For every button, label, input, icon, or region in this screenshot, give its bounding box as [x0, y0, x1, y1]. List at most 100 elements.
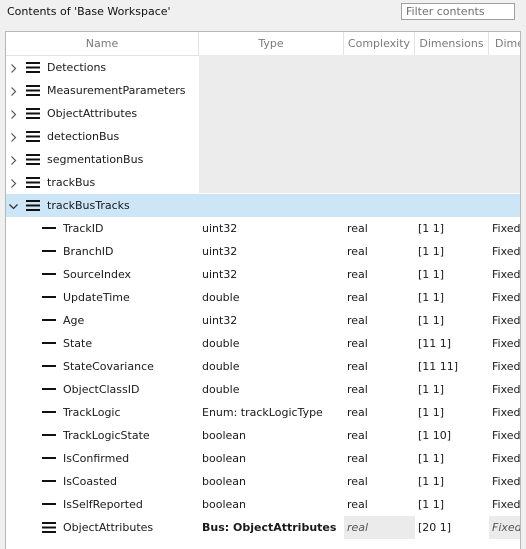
element-type: uint32: [202, 314, 238, 327]
chevron-right-icon[interactable]: [9, 63, 18, 73]
element-type: uint32: [202, 222, 238, 235]
element-complexity: real: [347, 314, 368, 327]
tree-row[interactable]: MeasurementParameters: [6, 79, 520, 102]
element-dimensions-mode: Fixed: [492, 291, 521, 304]
tree-row[interactable]: trackBusTracks: [6, 194, 520, 217]
bus-element-icon: [42, 434, 56, 436]
bus-object-icon: [26, 177, 40, 188]
element-dimensions-mode: Fixed: [492, 406, 521, 419]
bus-element-icon: [42, 227, 56, 229]
tree-row[interactable]: detectionBus: [6, 125, 520, 148]
element-dimensions-mode: Fixed: [492, 245, 521, 258]
element-name: IsConfirmed: [63, 452, 130, 465]
element-name: TrackLogicState: [63, 429, 150, 442]
element-row[interactable]: Age uint32 real [1 1] Fixed: [6, 309, 520, 332]
chevron-down-icon[interactable]: [9, 201, 18, 210]
bus-object-icon: [42, 522, 56, 533]
bus-element-icon: [42, 388, 56, 390]
bus-element-icon: [42, 411, 56, 413]
tree-row[interactable]: Detections: [6, 56, 520, 79]
element-row[interactable]: IsConfirmed boolean real [1 1] Fixed: [6, 447, 520, 470]
element-name: StateCovariance: [63, 360, 154, 373]
element-dimensions: [1 1]: [418, 314, 445, 327]
element-dimensions-mode: Fixed: [492, 498, 521, 511]
element-row[interactable]: IsSelfReported boolean real [1 1] Fixed: [6, 493, 521, 516]
bus-object-icon: [26, 62, 40, 73]
bus-element-icon: [42, 457, 56, 459]
element-row[interactable]: SourceIndex uint32 real [1 1] Fixed: [6, 263, 521, 286]
element-row[interactable]: IsCoasted boolean real [1 1] Fixed: [6, 470, 521, 493]
element-dimensions-mode: Fixed: [492, 268, 521, 281]
bus-element-icon: [42, 342, 56, 344]
tree-row[interactable]: ObjectAttributes: [6, 102, 520, 125]
chevron-right-icon[interactable]: [9, 155, 18, 165]
element-type: Enum: trackLogicType: [202, 406, 323, 419]
element-dimensions-mode: Fixed: [492, 429, 521, 442]
element-name: ObjectAttributes: [63, 521, 154, 534]
tree-row[interactable]: trackBus: [6, 171, 520, 194]
column-type[interactable]: Type: [199, 32, 344, 55]
element-complexity: real: [347, 291, 368, 304]
element-name: TrackLogic: [63, 406, 121, 419]
element-dimensions-mode: Fixed: [492, 222, 521, 235]
element-name: State: [63, 337, 93, 350]
bus-object-icon: [26, 200, 40, 211]
element-dimensions-mode: Fixed: [492, 360, 521, 373]
element-complexity: real: [344, 516, 415, 539]
element-type: double: [202, 337, 240, 350]
tree-row[interactable]: segmentationBus: [6, 148, 520, 171]
element-dimensions-mode: Fixed: [492, 475, 521, 488]
chevron-right-icon[interactable]: [9, 86, 18, 96]
filter-input[interactable]: [401, 3, 515, 20]
element-dimensions: [1 10]: [418, 429, 452, 442]
element-row[interactable]: ObjectAttributes Bus: ObjectAttributes rea…: [6, 516, 520, 539]
element-dimensions: [1 1]: [418, 406, 445, 419]
element-dimensions: [1 1]: [418, 245, 445, 258]
element-dimensions: [11 11]: [418, 360, 459, 373]
contents-tree-table: Name Type Complexity Dimensions Dime Det…: [5, 31, 521, 549]
bus-element-icon: [42, 273, 56, 275]
workspace-title: Contents of 'Base Workspace': [7, 5, 171, 18]
element-type: boolean: [202, 475, 246, 488]
element-name: SourceIndex: [63, 268, 132, 281]
column-dimensions-mode[interactable]: Dime: [489, 32, 520, 55]
element-name: IsCoasted: [63, 475, 117, 488]
element-complexity: real: [347, 360, 368, 373]
column-header: Name Type Complexity Dimensions Dime: [6, 32, 520, 56]
element-dimensions: [20 1]: [418, 521, 452, 534]
bus-element-icon: [42, 296, 56, 298]
bus-element-icon: [42, 480, 56, 482]
column-complexity[interactable]: Complexity: [344, 32, 415, 55]
element-name: TrackID: [63, 222, 104, 235]
element-type: boolean: [202, 429, 246, 442]
column-dimensions[interactable]: Dimensions: [415, 32, 489, 55]
bus-object-icon: [26, 154, 40, 165]
element-dimensions: [11 1]: [418, 337, 452, 350]
element-row[interactable]: StateCovariance double real [11 11] Fixed: [6, 355, 521, 378]
chevron-right-icon[interactable]: [9, 132, 18, 142]
element-row[interactable]: ObjectClassID double real [1 1] Fixed: [6, 378, 521, 401]
bus-element-icon: [42, 250, 56, 252]
element-row[interactable]: TrackLogic Enum: trackLogicType real [1 1] F…: [6, 401, 521, 424]
element-type: double: [202, 291, 240, 304]
element-type: uint32: [202, 268, 238, 281]
row-name: ObjectAttributes: [47, 107, 138, 120]
bus-object-icon: [26, 85, 40, 96]
element-row[interactable]: TrackID uint32 real [1 1] Fixed: [6, 217, 521, 240]
element-dimensions: [1 1]: [418, 268, 445, 281]
bus-element-icon: [42, 503, 56, 505]
element-row[interactable]: TrackLogicState boolean real [1 10] Fixed: [6, 424, 521, 447]
element-dimensions-mode: Fixed: [492, 383, 521, 396]
element-row[interactable]: UpdateTime double real [1 1] Fixed: [6, 286, 521, 309]
element-name: BranchID: [63, 245, 114, 258]
element-row[interactable]: State double real [11 1] Fixed: [6, 332, 520, 355]
element-name: Age: [63, 314, 85, 327]
column-name[interactable]: Name: [6, 32, 199, 55]
element-row[interactable]: BranchID uint32 real [1 1] Fixed: [6, 240, 521, 263]
row-name: segmentationBus: [47, 153, 144, 166]
chevron-right-icon[interactable]: [9, 109, 18, 119]
chevron-right-icon[interactable]: [9, 178, 18, 188]
element-name: IsSelfReported: [63, 498, 143, 511]
element-type: Bus: ObjectAttributes: [202, 521, 337, 534]
element-complexity: real: [347, 337, 368, 350]
